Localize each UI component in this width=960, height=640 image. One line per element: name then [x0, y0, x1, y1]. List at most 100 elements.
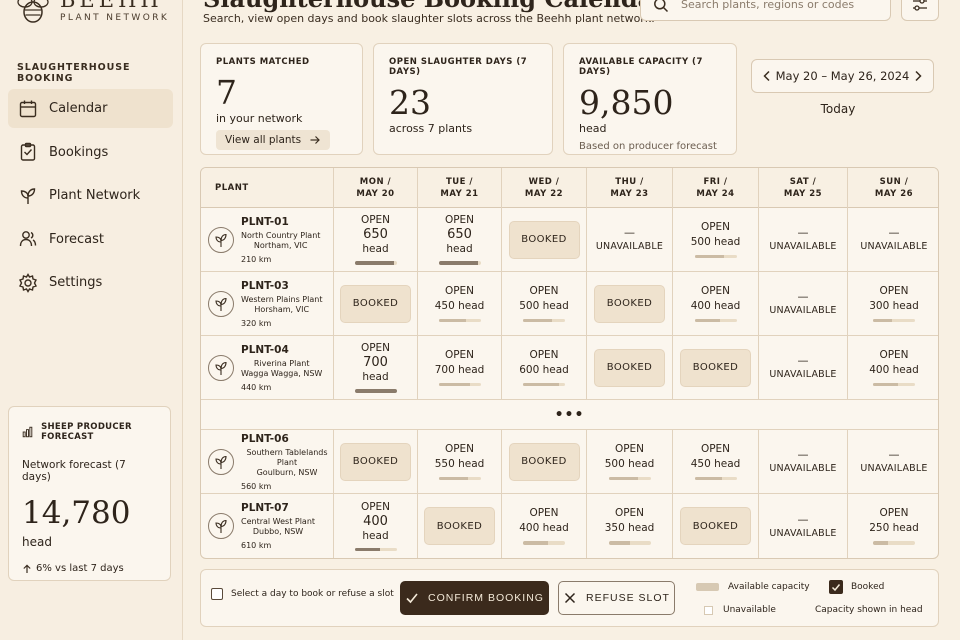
slot-cell-unavailable: — UNAVAILABLE	[848, 208, 938, 271]
plant-name: Southern Tablelands Plant	[246, 447, 328, 467]
capacity-bar	[354, 389, 397, 393]
slot-cell-open[interactable]: OPEN 400 head	[673, 272, 759, 335]
capacity-bar-fill	[694, 318, 720, 323]
plant-icon	[215, 361, 227, 375]
plant-code: PLNT-04	[241, 343, 289, 356]
stat-label: PLANTS MATCHED	[216, 57, 310, 67]
slot-cell-booked[interactable]: BOOKED	[334, 430, 418, 493]
slot-cell-booked[interactable]: BOOKED	[334, 272, 418, 335]
sidebar-item-settings[interactable]: Settings	[8, 263, 173, 302]
open-unit: head	[362, 529, 389, 542]
check-icon	[831, 584, 841, 592]
open-label: OPEN	[700, 442, 731, 455]
slot-cell-open[interactable]: OPEN 650 head	[334, 208, 418, 271]
slot-cell-open[interactable]: OPEN 650 head	[418, 208, 502, 271]
stat-plants-matched: PLANTS MATCHED 7 in your network View al…	[200, 43, 363, 155]
open-label: OPEN	[529, 507, 559, 520]
open-capacity: 400	[363, 513, 388, 529]
booked-badge: BOOKED	[340, 442, 411, 481]
plant-cell[interactable]: PLNT-06 Southern Tablelands Plant Goulburn…	[201, 430, 334, 493]
chevron-left-icon[interactable]	[760, 69, 774, 83]
slot-cell-open[interactable]: OPEN 500 head	[502, 272, 587, 335]
sidebar-item-plant-network[interactable]: Plant Network	[8, 176, 173, 215]
brand[interactable]: BEEHH PLANT NETWORK	[16, 0, 169, 24]
sidebar-item-bookings[interactable]: Bookings	[8, 133, 173, 172]
slot-cell-open[interactable]: OPEN 250 head	[848, 494, 938, 558]
slot-cell-booked[interactable]: BOOKED	[673, 494, 759, 558]
select-checkbox[interactable]	[211, 588, 223, 600]
slot-cell-booked[interactable]: BOOKED	[418, 494, 502, 558]
unavailable-dash: —	[624, 226, 635, 239]
slot-cell-open[interactable]: OPEN 700 head	[334, 336, 418, 399]
sliders-icon	[913, 0, 927, 11]
refuse-slot-button[interactable]: REFUSE SLOT	[558, 581, 675, 615]
more-plants-row[interactable]: •••	[201, 401, 938, 430]
open-label: OPEN	[879, 348, 909, 361]
search-box[interactable]	[640, 0, 891, 21]
slot-cell-open[interactable]: OPEN 450 head	[418, 272, 502, 335]
capacity-bar-fill	[354, 547, 380, 552]
confirm-booking-button[interactable]: CONFIRM BOOKING	[400, 581, 549, 615]
forecast-label: Network forecast (7 days)	[22, 459, 126, 483]
capacity-bar	[873, 382, 915, 387]
filter-button[interactable]	[901, 0, 939, 21]
close-icon	[565, 592, 576, 604]
search-input[interactable]	[681, 0, 881, 11]
legend-capacity: Available capacity	[696, 582, 810, 592]
today-button[interactable]: Today	[751, 102, 925, 116]
booked-badge: BOOKED	[340, 284, 411, 323]
day-date: MAY 25	[783, 189, 823, 199]
forecast-icon	[19, 231, 37, 247]
slot-cell-open[interactable]: OPEN 450 head	[673, 430, 759, 493]
slot-cell-booked[interactable]: BOOKED	[502, 208, 587, 271]
table-row: PLNT-01 North Country Plant Northam, VIC 21…	[201, 208, 938, 272]
plant-code: PLNT-01	[241, 215, 289, 228]
stat-value: 7	[216, 73, 237, 112]
slot-cell-open[interactable]: OPEN 400 head	[502, 494, 587, 558]
slot-cell-open[interactable]: OPEN 500 head	[673, 208, 759, 271]
plant-cell[interactable]: PLNT-04 Riverina Plant Wagga Wagga, NSW 440…	[201, 336, 334, 399]
plant-cell[interactable]: PLNT-03 Western Plains Plant Horsham, VIC 3…	[201, 272, 334, 335]
slot-cell-open[interactable]: OPEN 300 head	[848, 272, 938, 335]
footer-hint: Select a day to book or refuse a slot	[231, 589, 394, 599]
slot-cell-open[interactable]: OPEN 500 head	[587, 430, 673, 493]
bee-logo-icon	[17, 0, 49, 23]
unavailable-dash: —	[797, 226, 809, 239]
plant-network-icon	[20, 187, 36, 204]
booked-badge: BOOKED	[680, 507, 751, 545]
capacity-bar	[694, 476, 737, 481]
producer-forecast-card: SHEEP PRODUCER FORECAST Network forecast…	[8, 406, 171, 581]
sidebar-item-forecast[interactable]: Forecast	[8, 220, 173, 259]
slot-cell-open[interactable]: OPEN 400 head	[848, 336, 938, 399]
stat-value: 23	[389, 83, 431, 122]
stat-label: OPEN SLAUGHTER DAYS (7 DAYS)	[389, 57, 528, 77]
slot-cell-open[interactable]: OPEN 400 head	[334, 494, 418, 558]
date-range-label: May 20 – May 26, 2024	[775, 69, 910, 83]
slot-cell-open[interactable]: OPEN 550 head	[418, 430, 502, 493]
slot-cell-booked[interactable]: BOOKED	[587, 272, 673, 335]
slot-cell-unavailable: — UNAVAILABLE	[759, 208, 848, 271]
slot-cell-open[interactable]: OPEN 700 head	[418, 336, 502, 399]
plant-cell[interactable]: PLNT-07 Central West Plant Dubbo, NSW 610 k…	[201, 494, 334, 558]
capacity-bar	[608, 476, 651, 481]
slot-cell-booked[interactable]: BOOKED	[673, 336, 759, 399]
unavailable-label: UNAVAILABLE	[769, 305, 837, 316]
slot-cell-open[interactable]: OPEN 350 head	[587, 494, 673, 558]
plant-distance: 610 km	[241, 541, 272, 550]
plant-icon-badge	[208, 513, 234, 539]
legend-booked: Booked	[829, 580, 884, 594]
open-capacity: 300 head	[869, 299, 919, 312]
capacity-bar	[438, 318, 481, 323]
plant-cell[interactable]: PLNT-01 North Country Plant Northam, VIC 21…	[201, 208, 334, 271]
day-name: FRI /	[703, 177, 728, 187]
slot-cell-booked[interactable]: BOOKED	[587, 336, 673, 399]
capacity-bar	[438, 261, 481, 265]
view-all-plants-button[interactable]: View all plants	[216, 130, 331, 150]
slot-cell-booked[interactable]: BOOKED	[502, 430, 587, 493]
sidebar-item-calendar[interactable]: Calendar	[8, 89, 173, 128]
plant-icon-badge	[208, 226, 234, 253]
slot-cell-open[interactable]: OPEN 600 head	[502, 336, 587, 399]
capacity-bar-fill	[523, 541, 549, 545]
chevron-right-icon[interactable]	[911, 69, 925, 83]
plant-icon	[215, 519, 227, 533]
